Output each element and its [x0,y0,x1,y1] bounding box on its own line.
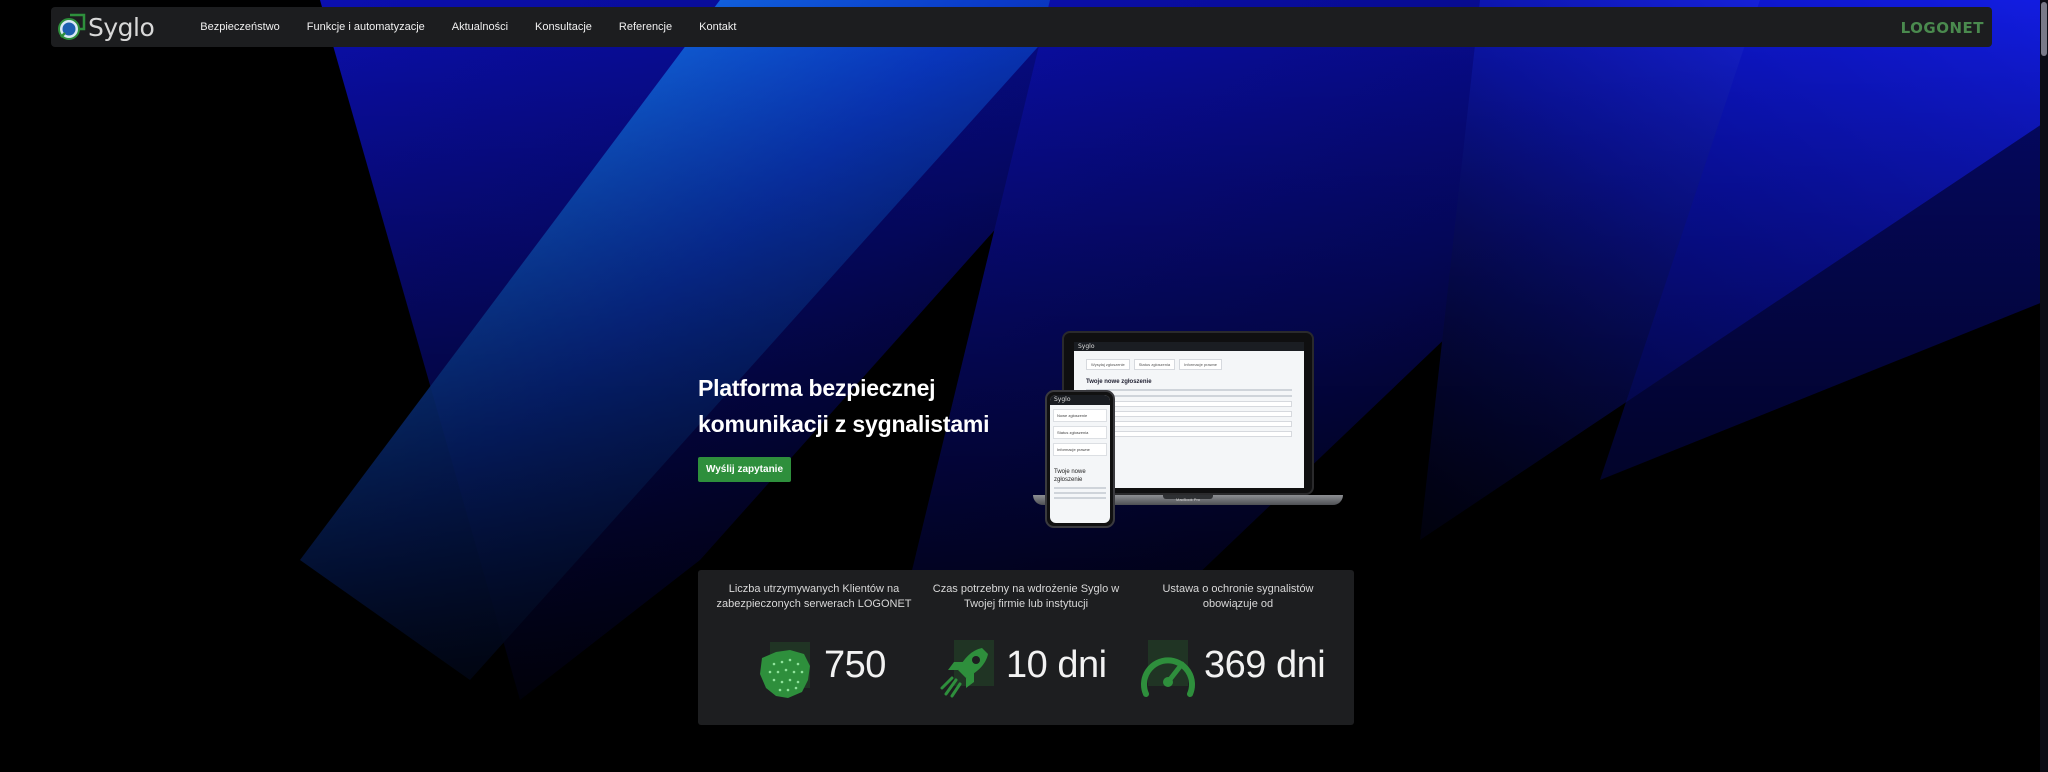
laptop-app-tab: Informacje prawne [1179,359,1223,370]
laptop-app-tab: Wysyłaj zgłoszenie [1086,359,1130,370]
laptop-form-field [1086,401,1292,407]
laptop-app-navbar: Syglo [1074,342,1304,351]
nav-item-features[interactable]: Funkcje i automatyzacje [307,21,425,33]
stat-label: Czas potrzebny na wdrożenie Syglo w Twoj… [932,583,1120,610]
nav-item-contact[interactable]: Kontakt [699,21,736,33]
stat-label: Ustawa o ochronie sygnalistów obowiązuje… [1162,583,1314,610]
phone-menu-item: Nowe zgłoszenie [1053,409,1107,422]
laptop-form-field [1086,431,1292,437]
laptop-text-line [1086,395,1292,397]
stat-value: 750 [824,644,886,686]
poland-map-icon [756,640,816,700]
phone-text-line [1054,497,1106,499]
send-inquiry-button[interactable]: Wyślij zapytanie [698,457,791,482]
nav-item-consultations[interactable]: Konsultacje [535,21,592,33]
logonet-logo[interactable]: LOGONET [1901,19,1984,37]
stat-label: Liczba utrzymywanych Klientów na zabezpi… [716,583,912,610]
laptop-text-line [1086,389,1292,391]
page-scrollbar[interactable] [2040,0,2048,772]
stat-value: 369 dni [1204,644,1326,686]
nav-item-references[interactable]: Referencje [619,21,672,33]
phone-menu-item: Status zgłoszenia [1053,426,1107,439]
stat-deployment-time: Czas potrzebny na wdrożenie Syglo w Twoj… [926,570,1126,725]
phone-screen: Syglo Nowe zgłoszenie Status zgłoszenia … [1050,395,1110,523]
nav-item-news[interactable]: Aktualności [452,21,508,33]
phone-app-navbar: Syglo [1050,395,1110,405]
stat-value: 10 dni [1006,644,1107,686]
hero-title: Platforma bezpiecznej komunikacji z sygn… [698,375,990,437]
phone-text-line [1054,487,1106,489]
laptop-form-field [1086,411,1292,417]
brand-name: Syglo [88,12,155,42]
laptop-app-tabs: Wysyłaj zgłoszenie Status zgłoszenia Inf… [1086,359,1304,370]
laptop-app-heading: Twoje nowe zgłoszenie [1086,379,1152,385]
laptop-app-tab: Status zgłoszenia [1133,359,1176,370]
rocket-icon [938,640,998,700]
speech-bubble-logo-icon [57,12,87,42]
phone-text-line [1054,492,1106,494]
phone-app-heading: Twoje nowe zgłoszenie [1054,469,1086,483]
phone-menu-item: Informacje prawne [1053,443,1107,456]
laptop-form-field [1086,421,1292,427]
brand-logo[interactable]: Syglo [57,7,155,47]
stats-panel: Liczba utrzymywanych Klientów na zabezpi… [698,570,1354,725]
stat-law-countdown: Ustawa o ochronie sygnalistów obowiązuje… [1138,570,1338,725]
stat-clients: Liczba utrzymywanych Klientów na zabezpi… [714,570,914,725]
nav-menu: Bezpieczeństwo Funkcje i automatyzacje A… [200,21,763,33]
phone-mockup: Syglo Nowe zgłoszenie Status zgłoszenia … [1045,390,1115,528]
top-navbar: Syglo Bezpieczeństwo Funkcje i automatyz… [51,7,1992,47]
nav-item-security[interactable]: Bezpieczeństwo [200,21,280,33]
laptop-app-brand: Syglo [1078,343,1095,350]
scrollbar-thumb[interactable] [2041,2,2047,56]
speedometer-icon [1138,640,1198,700]
